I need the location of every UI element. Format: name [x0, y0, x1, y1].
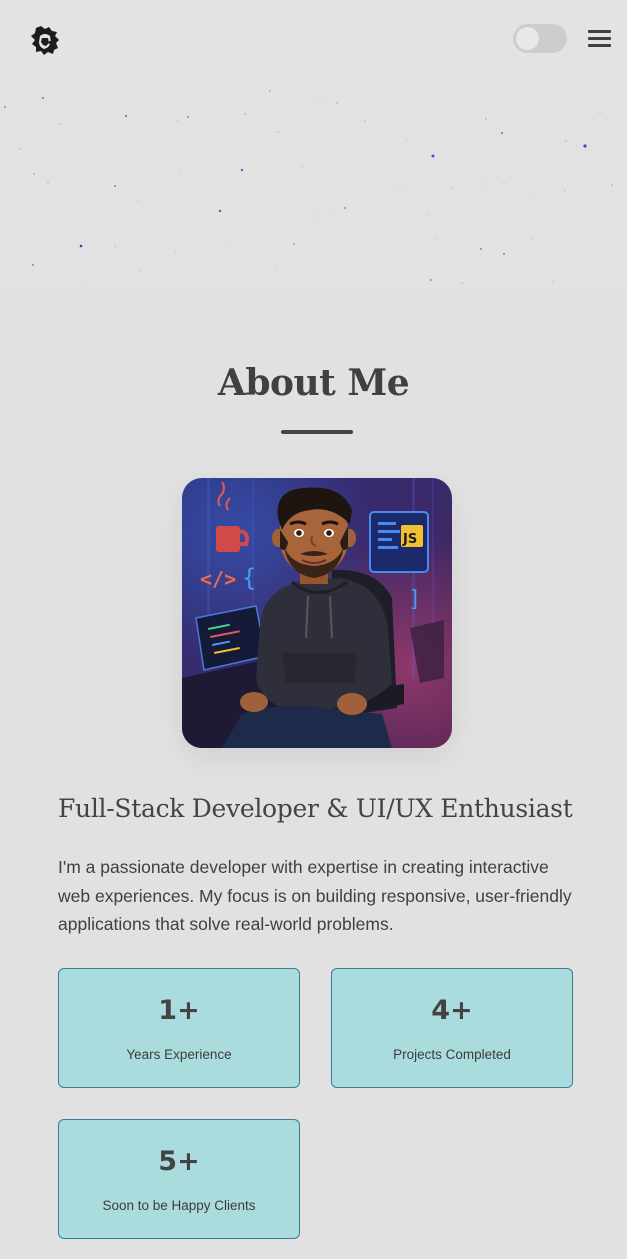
stat-card-projects: 4+ Projects Completed: [331, 968, 573, 1088]
about-subtitle: Full-Stack Developer & UI/UX Enthusiast: [58, 794, 573, 823]
stat-card-experience: 1+ Years Experience: [58, 968, 300, 1088]
particle-background: [0, 81, 627, 291]
about-bio: I'm a passionate developer with expertis…: [58, 857, 572, 934]
svg-text:{: {: [242, 564, 256, 592]
stat-label: Projects Completed: [393, 1047, 511, 1062]
title-underline: [281, 430, 353, 434]
developer-avatar-illustration: </> { JS ]: [182, 478, 452, 748]
hamburger-menu-icon[interactable]: [588, 28, 612, 50]
stat-value: 1+: [158, 995, 200, 1026]
theme-toggle[interactable]: [513, 24, 567, 53]
stat-label: Soon to be Happy Clients: [102, 1198, 256, 1213]
svg-text:]: ]: [408, 587, 421, 612]
about-title: About Me: [217, 362, 410, 404]
particles: [4, 90, 613, 286]
lion-logo-icon[interactable]: [27, 22, 63, 58]
stat-card-clients: 5+ Soon to be Happy Clients: [58, 1119, 300, 1239]
stat-value: 4+: [431, 995, 473, 1026]
stat-value: 5+: [158, 1146, 200, 1177]
svg-text:</>: </>: [200, 567, 236, 591]
stat-label: Years Experience: [126, 1047, 232, 1062]
toggle-knob: [516, 27, 539, 50]
site-header: [0, 0, 627, 81]
js-badge: JS: [402, 532, 417, 547]
